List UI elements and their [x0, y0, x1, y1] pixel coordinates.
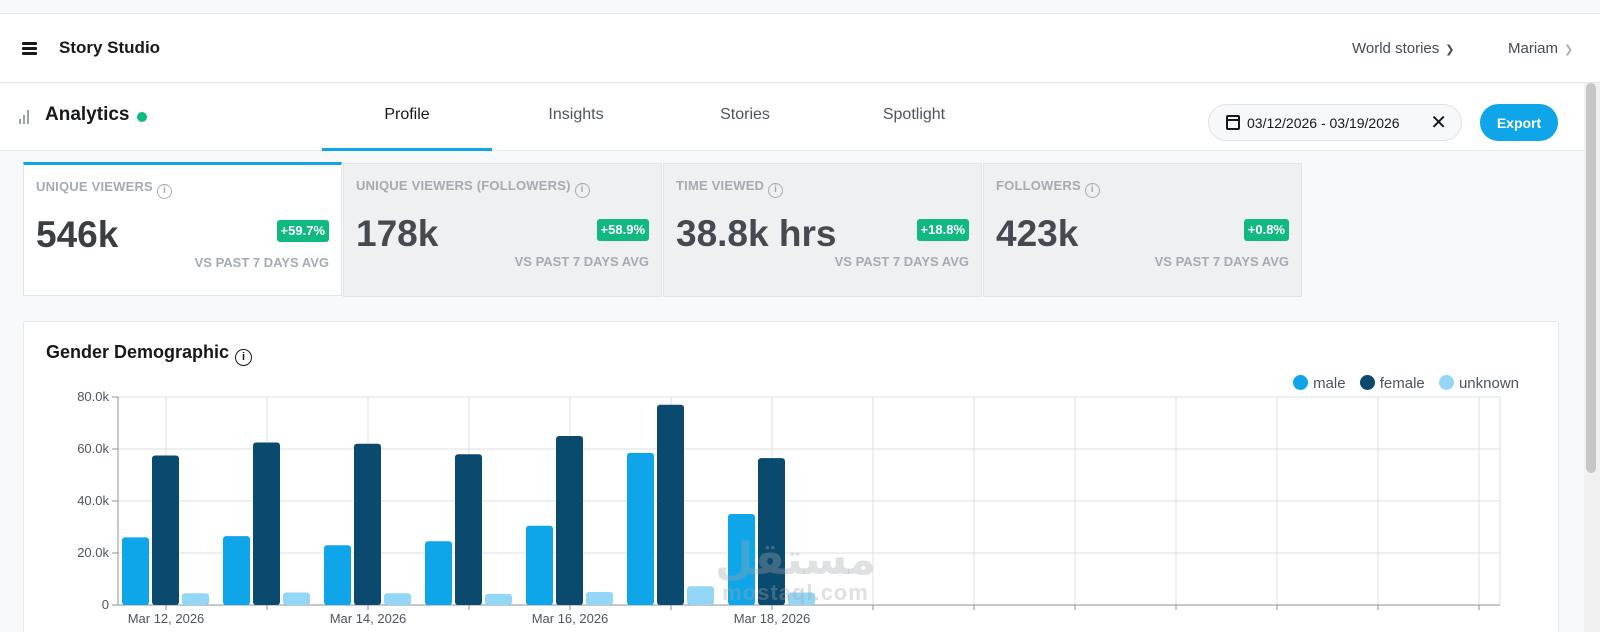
info-icon[interactable]: i [156, 184, 172, 199]
metric-comparison-label: VS PAST 7 DAYS AVG [1154, 254, 1289, 269]
analytics-bars-icon [19, 108, 33, 124]
date-range-value: 03/12/2026 - 03/19/2026 [1247, 115, 1400, 131]
bar-unknown [384, 593, 411, 605]
metric-change-badge: +18.8% [916, 219, 969, 241]
bar-unknown [586, 592, 613, 605]
app-title: Story Studio [59, 38, 161, 57]
bar-male [728, 514, 755, 605]
metric-label: TIME VIEWED i [676, 178, 784, 198]
bar-male [223, 536, 250, 605]
gender-demographic-panel: Gender Demographic i male female unknown … [23, 321, 1559, 632]
close-icon[interactable]: ✕ [1430, 110, 1447, 135]
bar-male [122, 537, 149, 605]
metric-value: 423k [996, 213, 1079, 254]
metric-comparison-label: VS PAST 7 DAYS AVG [514, 254, 649, 269]
metric-change-badge: +0.8% [1243, 219, 1289, 241]
world-stories-label: World stories [1352, 40, 1440, 57]
user-name: Mariam [1508, 40, 1559, 57]
world-stories-dropdown[interactable]: World stories ❯ [1352, 40, 1454, 57]
bar-female [253, 442, 280, 605]
bar-unknown [788, 592, 815, 605]
metric-card-followers[interactable]: FOLLOWERS i 423k +0.8% VS PAST 7 DAYS AVG [983, 163, 1302, 297]
tab-insights[interactable]: Insights [491, 84, 661, 151]
tab-profile[interactable]: Profile [322, 84, 492, 151]
y-tick-label: 60.0k [77, 441, 109, 456]
y-tick-label: 20.0k [77, 545, 109, 560]
bar-unknown [283, 592, 310, 605]
x-tick-label: Mar 18, 2026 [734, 611, 811, 626]
live-status-dot [137, 112, 147, 122]
metric-change-badge: +59.7% [276, 220, 329, 242]
bar-unknown [687, 586, 714, 605]
tab-stories[interactable]: Stories [660, 84, 830, 151]
metric-label: UNIQUE VIEWERS (FOLLOWERS) i [356, 178, 590, 198]
metric-value: 38.8k hrs [676, 213, 837, 254]
bar-male [324, 545, 351, 605]
y-tick-label: 40.0k [77, 493, 109, 508]
metric-value: 546k [36, 214, 119, 255]
metric-label: FOLLOWERS i [996, 178, 1100, 198]
hamburger-menu-icon[interactable] [22, 42, 37, 55]
gender-demographic-chart: 0 20.0k 40.0k 60.0k 80.0k Mar 12, 2026 Mar 14,… [77, 389, 1501, 626]
info-icon[interactable]: i [574, 183, 590, 198]
metric-card-unique-viewers-followers[interactable]: UNIQUE VIEWERS (FOLLOWERS) i 178k +58.9% … [343, 163, 662, 297]
bar-female [354, 443, 381, 605]
bar-unknown [182, 593, 209, 605]
y-tick-label: 0 [102, 597, 109, 612]
tab-spotlight[interactable]: Spotlight [829, 84, 999, 151]
chevron-down-icon: ❯ [1564, 44, 1574, 56]
metric-value: 178k [356, 213, 439, 254]
bar-female [152, 455, 179, 605]
scrollbar-thumb[interactable] [1586, 83, 1596, 473]
info-icon[interactable]: i [1084, 183, 1100, 198]
bar-male [526, 525, 553, 605]
analytics-subheader: Analytics Profile Insights Stories Spotl… [0, 84, 1584, 151]
export-button[interactable]: Export [1480, 104, 1558, 141]
y-tick-label: 80.0k [77, 389, 109, 404]
x-tick-label: Mar 16, 2026 [532, 611, 609, 626]
calendar-icon [1226, 115, 1240, 130]
chevron-down-icon: ❯ [1445, 44, 1455, 56]
metric-label: UNIQUE VIEWERS i [36, 179, 172, 199]
page-title: Analytics [45, 104, 130, 125]
date-range-picker[interactable]: 03/12/2026 - 03/19/2026 ✕ [1208, 104, 1462, 141]
metric-comparison-label: VS PAST 7 DAYS AVG [834, 254, 969, 269]
metric-comparison-label: VS PAST 7 DAYS AVG [194, 255, 329, 270]
metric-change-badge: +58.9% [596, 219, 649, 241]
top-header: Story Studio World stories ❯ Mariam ❯ [0, 13, 1600, 83]
bar-female [657, 404, 684, 605]
bar-unknown [485, 593, 512, 605]
bar-male [627, 452, 654, 605]
metric-card-time-viewed[interactable]: TIME VIEWED i 38.8k hrs +18.8% VS PAST 7 … [663, 163, 982, 297]
x-tick-label: Mar 12, 2026 [128, 611, 205, 626]
x-tick-label: Mar 14, 2026 [330, 611, 407, 626]
bar-female [455, 454, 482, 605]
user-dropdown[interactable]: Mariam ❯ [1508, 40, 1573, 57]
bar-female [758, 458, 785, 605]
bar-female [556, 436, 583, 605]
info-icon[interactable]: i [768, 183, 784, 198]
metric-card-unique-viewers[interactable]: UNIQUE VIEWERS i 546k +59.7% VS PAST 7 DA… [23, 162, 342, 296]
bar-male [425, 541, 452, 605]
